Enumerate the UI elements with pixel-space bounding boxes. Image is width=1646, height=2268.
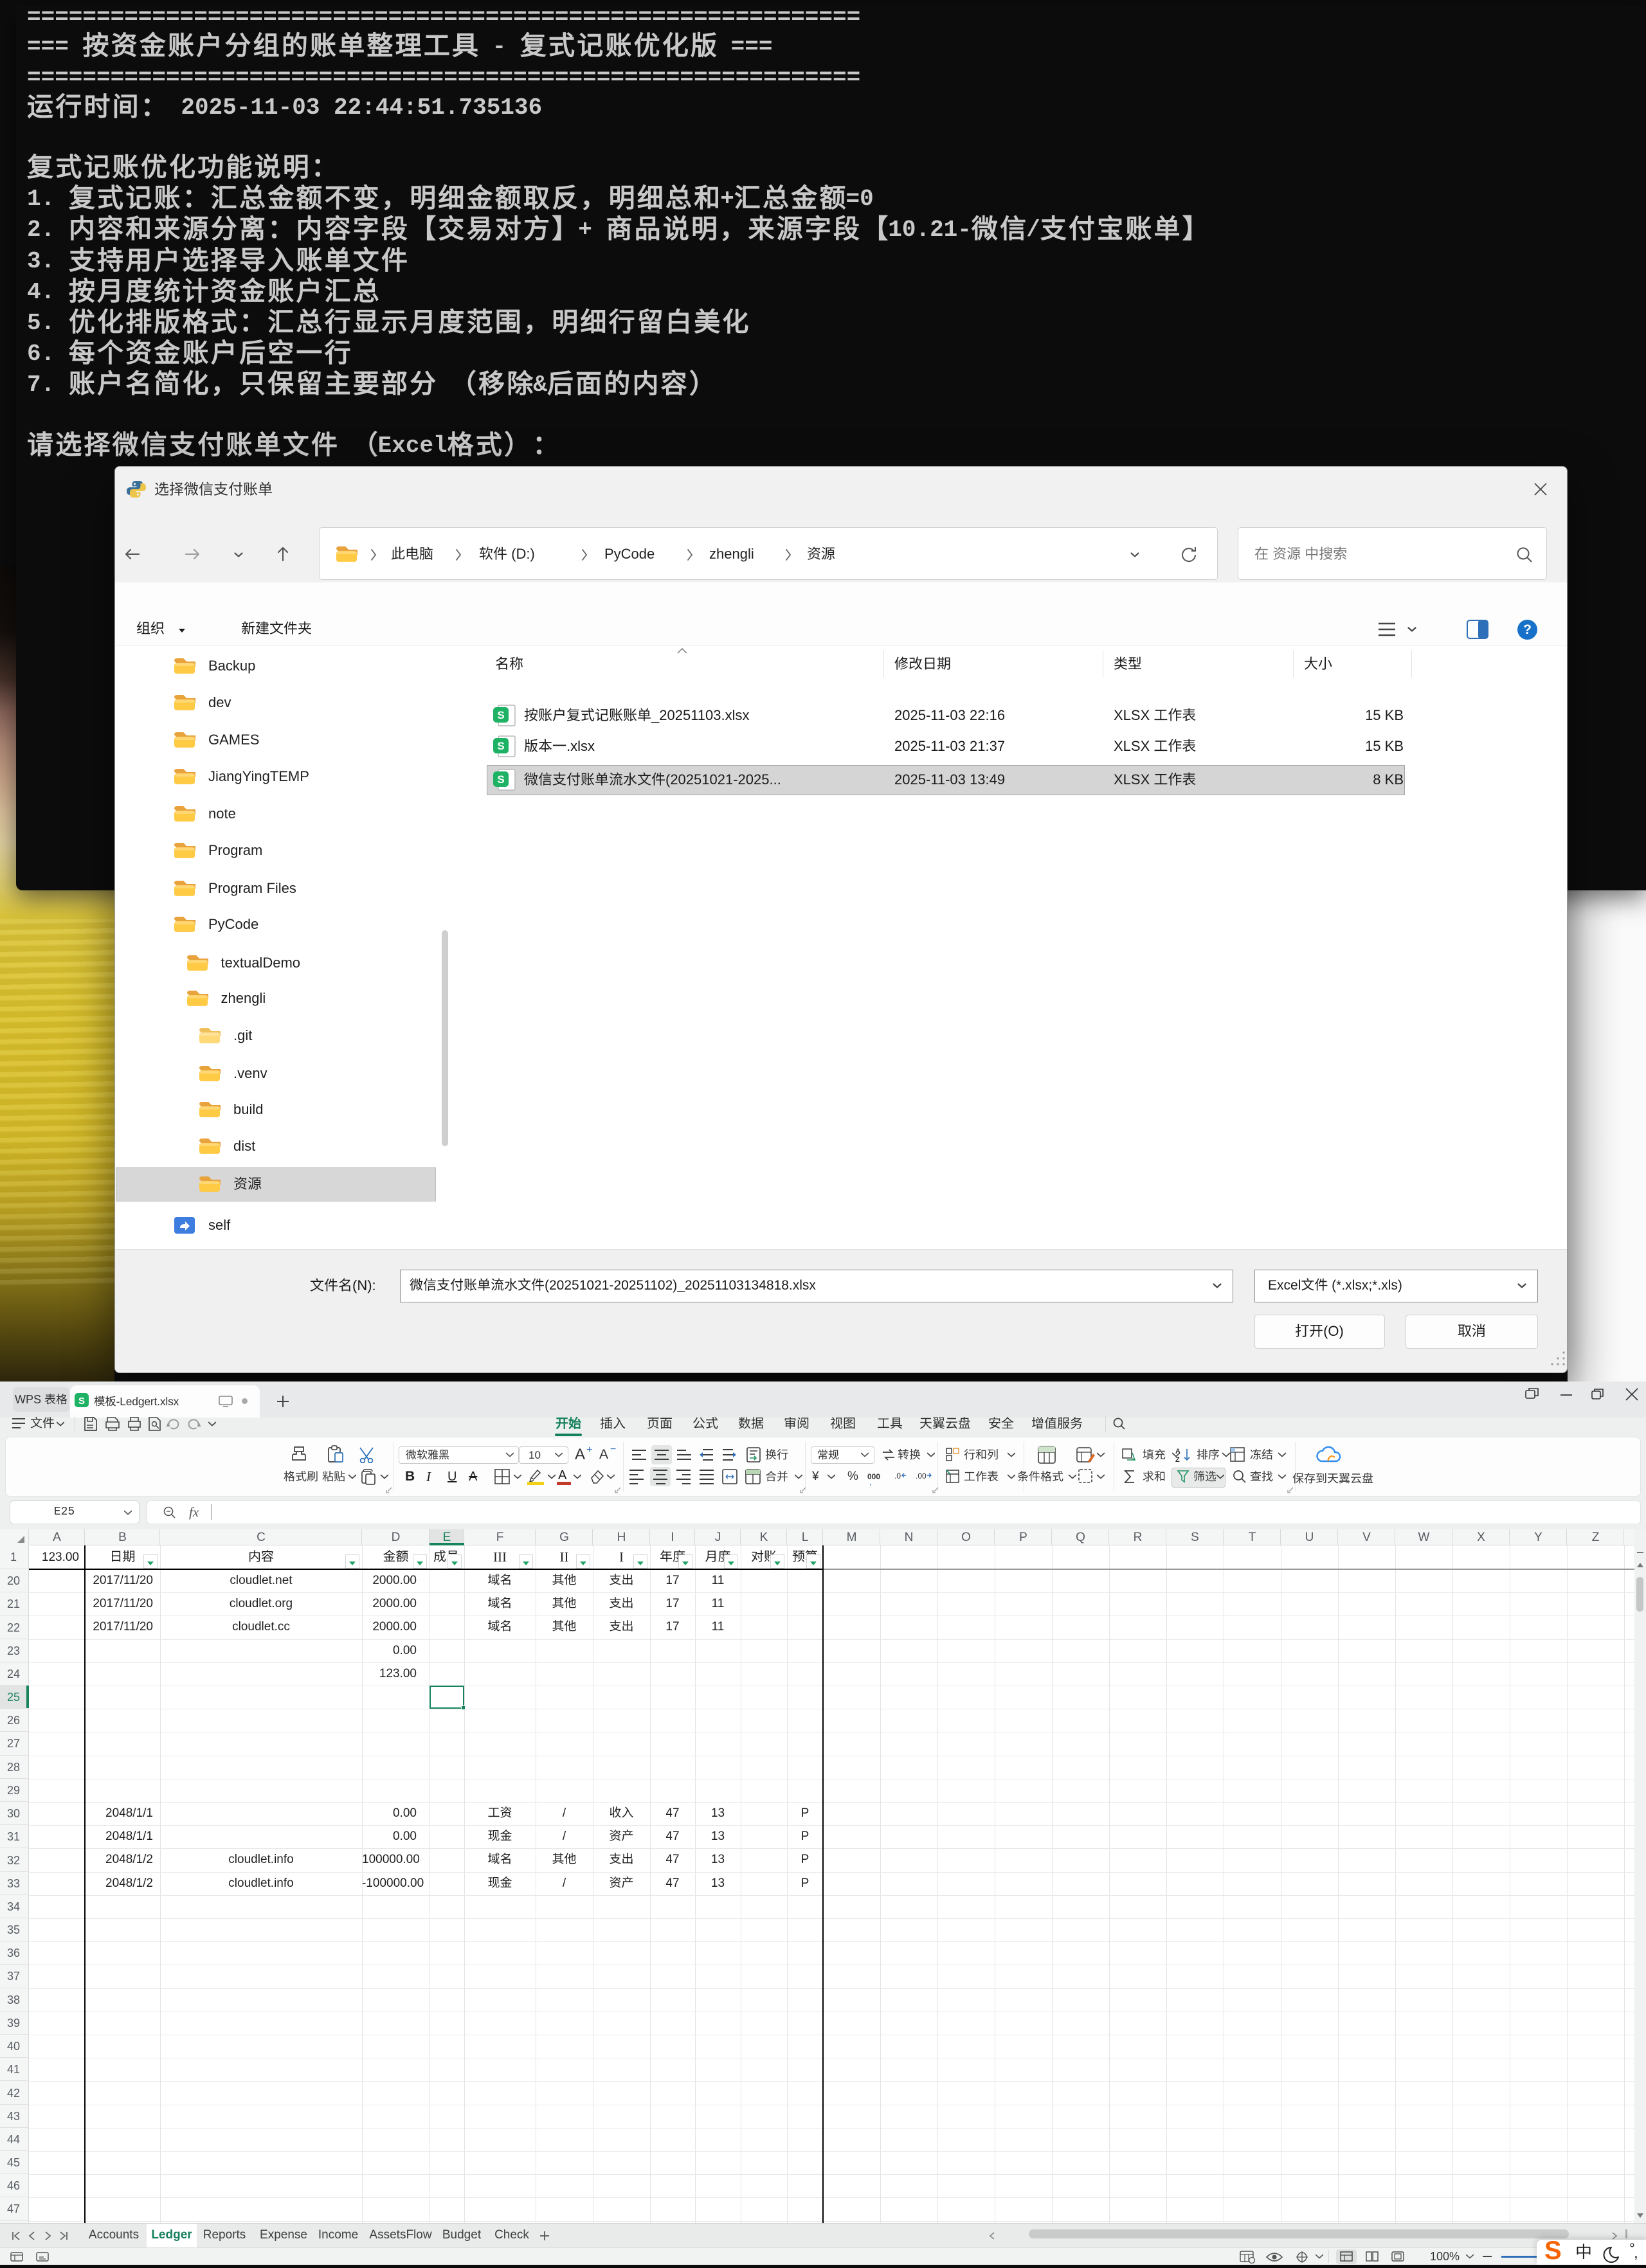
svg-text:.0: .0 — [894, 1472, 901, 1480]
svg-text:S: S — [497, 740, 504, 752]
svg-text:Z: Z — [1175, 1456, 1180, 1463]
svg-text:.00: .00 — [916, 1472, 927, 1480]
svg-text:S: S — [78, 1396, 85, 1407]
svg-text:S: S — [497, 773, 504, 786]
svg-text:S: S — [497, 709, 504, 721]
svg-text:A: A — [1175, 1448, 1180, 1455]
